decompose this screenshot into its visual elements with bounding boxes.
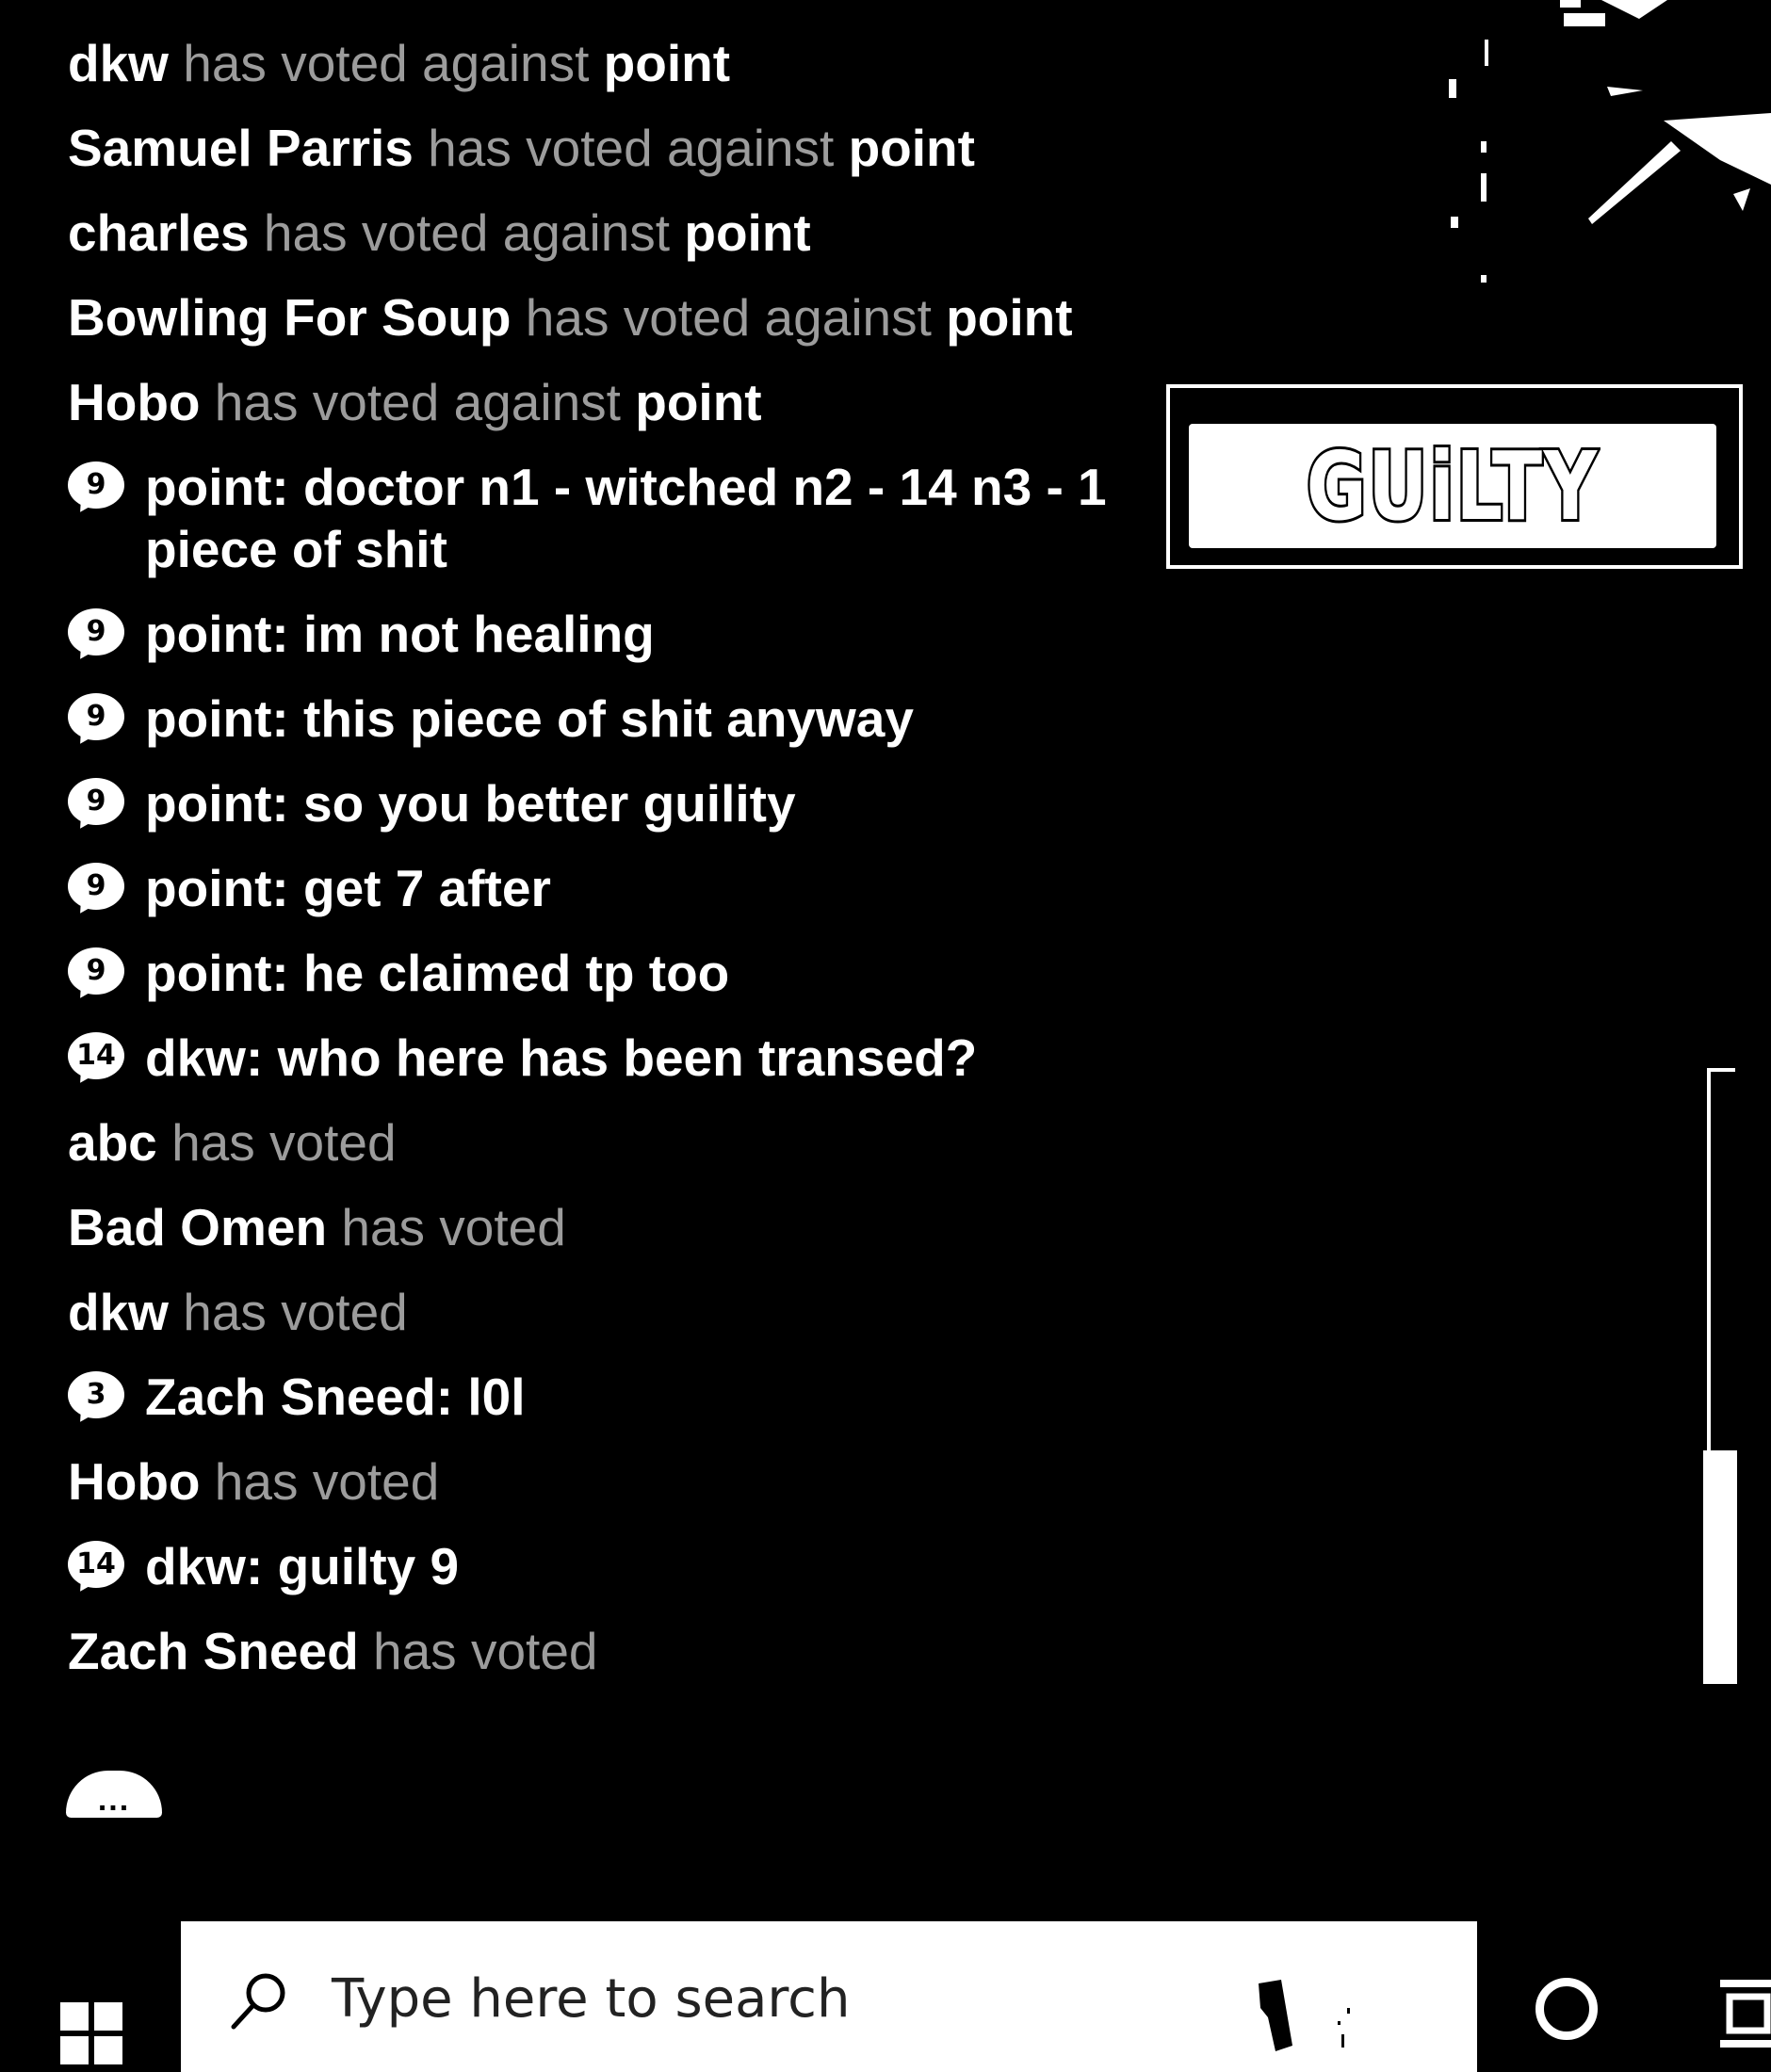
player-number-badge: 14 (76, 1547, 116, 1580)
player-number-badge: 14 (76, 1039, 116, 1072)
vote-verb: has voted against (214, 373, 621, 431)
message-author[interactable]: point (145, 605, 271, 663)
voter-name[interactable]: Bowling For Soup (68, 288, 511, 347)
chat-log: dkw has voted against point Samuel Parris… (68, 21, 1179, 1693)
message-text: guilty 9 (277, 1537, 460, 1595)
vote-line: Hobo has voted (68, 1439, 1179, 1524)
voter-name[interactable]: charles (68, 203, 250, 262)
vote-line: abc has voted (68, 1100, 1179, 1185)
task-view-icon[interactable] (1716, 1976, 1771, 2051)
message-text: get 7 after (303, 859, 551, 917)
vote-verb: has voted against (428, 119, 835, 177)
message-author[interactable]: dkw (145, 1028, 246, 1087)
vote-target[interactable]: point (684, 203, 810, 262)
vote-target[interactable]: point (849, 119, 975, 177)
vote-line: Hobo has voted against point (68, 360, 1179, 445)
chat-message: 9 point: he claimed tp too (68, 931, 1179, 1015)
speech-bubble-icon: 14 (68, 1541, 124, 1598)
voter-name[interactable]: dkw (68, 1283, 169, 1341)
chat-message: 9 point: im not healing (68, 591, 1179, 676)
player-number-badge: 9 (86, 615, 106, 648)
message-text: he claimed tp too (303, 944, 730, 1002)
voter-name[interactable]: dkw (68, 34, 169, 92)
vote-target[interactable]: point (635, 373, 761, 431)
vote-line: dkw has voted against point (68, 21, 1179, 105)
message-author[interactable]: Zach Sneed (145, 1368, 436, 1426)
taskbar: Type here to search (0, 1921, 1771, 2072)
chat-message: 9 point: this piece of shit anyway (68, 676, 1179, 761)
message-text: this piece of shit anyway (303, 689, 914, 748)
guilty-label: GUiLTY (1305, 429, 1600, 544)
chat-message: 9 point: get 7 after (68, 846, 1179, 931)
vote-verb: has voted (171, 1113, 397, 1172)
vote-line: charles has voted against point (68, 190, 1179, 275)
search-placeholder[interactable]: Type here to search (332, 1967, 850, 2032)
message-author[interactable]: point (145, 774, 271, 833)
vote-verb: has voted (341, 1198, 566, 1256)
player-number-badge: 9 (86, 785, 106, 817)
player-number-badge: 9 (86, 468, 106, 501)
vote-line: Bowling For Soup has voted against point (68, 275, 1179, 360)
speech-bubble-icon: 14 (68, 1032, 124, 1090)
speech-bubble-icon: 3 (68, 1371, 124, 1429)
message-text: who here has been transed? (277, 1028, 978, 1087)
message-text: l0l (467, 1368, 526, 1426)
message-author[interactable]: point (145, 689, 271, 748)
speech-bubble-icon: 9 (68, 461, 124, 519)
vote-line: Bad Omen has voted (68, 1185, 1179, 1270)
speech-bubble-icon: 9 (68, 693, 124, 751)
voter-name[interactable]: Zach Sneed (68, 1622, 359, 1680)
guilty-button[interactable]: GUiLTY (1189, 424, 1716, 548)
cortana-circle-icon[interactable] (1535, 1978, 1598, 2040)
chat-scrollbar-thumb[interactable] (1703, 1450, 1737, 1684)
microphone-icon[interactable] (1255, 1980, 1358, 2055)
message-text: so you better guility (303, 774, 796, 833)
player-number-badge: 3 (86, 1378, 106, 1411)
vote-target[interactable]: point (604, 34, 730, 92)
message-author[interactable]: point (145, 458, 271, 516)
typing-dots: ... (97, 1782, 131, 1818)
vote-target[interactable]: point (946, 288, 1072, 347)
voter-name[interactable]: Samuel Parris (68, 119, 414, 177)
vote-line: dkw has voted (68, 1270, 1179, 1354)
player-number-badge: 9 (86, 869, 106, 902)
speech-bubble-icon: 9 (68, 608, 124, 666)
chat-message: 14 dkw: guilty 9 (68, 1524, 1179, 1609)
vote-verb: has voted against (525, 288, 932, 347)
vote-verb: has voted (373, 1622, 598, 1680)
chat-message: 3 Zach Sneed: l0l (68, 1354, 1179, 1439)
windows-logo-icon[interactable] (60, 2002, 122, 2064)
speech-bubble-icon: 9 (68, 863, 124, 920)
vote-verb: has voted against (263, 203, 671, 262)
search-icon (231, 1973, 285, 2030)
voter-name[interactable]: abc (68, 1113, 157, 1172)
chat-message: 9 point: so you better guility (68, 761, 1179, 846)
message-text: doctor n1 - witched n2 - 14 n3 - 1 piece… (145, 458, 1107, 578)
search-box[interactable]: Type here to search (181, 1921, 1477, 2072)
vote-line: Zach Sneed has voted (68, 1609, 1179, 1693)
vote-verb: has voted (214, 1452, 440, 1511)
vote-line: Samuel Parris has voted against point (68, 105, 1179, 190)
message-author[interactable]: point (145, 859, 271, 917)
vote-verb: has voted against (183, 34, 590, 92)
message-author[interactable]: point (145, 944, 271, 1002)
message-author[interactable]: dkw (145, 1537, 246, 1595)
chat-message: 14 dkw: who here has been transed? (68, 1015, 1179, 1100)
speech-bubble-icon: 9 (68, 947, 124, 1005)
speech-bubble-icon: 9 (68, 778, 124, 835)
chat-message: 9 point: doctor n1 - witched n2 - 14 n3 -… (68, 445, 1179, 591)
vote-verb: has voted (183, 1283, 408, 1341)
player-number-badge: 9 (86, 700, 106, 733)
decorative-shards (1449, 0, 1771, 283)
player-number-badge: 9 (86, 954, 106, 987)
voter-name[interactable]: Bad Omen (68, 1198, 327, 1256)
voter-name[interactable]: Hobo (68, 373, 201, 431)
typing-bubble-icon: ... (66, 1771, 162, 1818)
message-text: im not healing (303, 605, 655, 663)
voter-name[interactable]: Hobo (68, 1452, 201, 1511)
